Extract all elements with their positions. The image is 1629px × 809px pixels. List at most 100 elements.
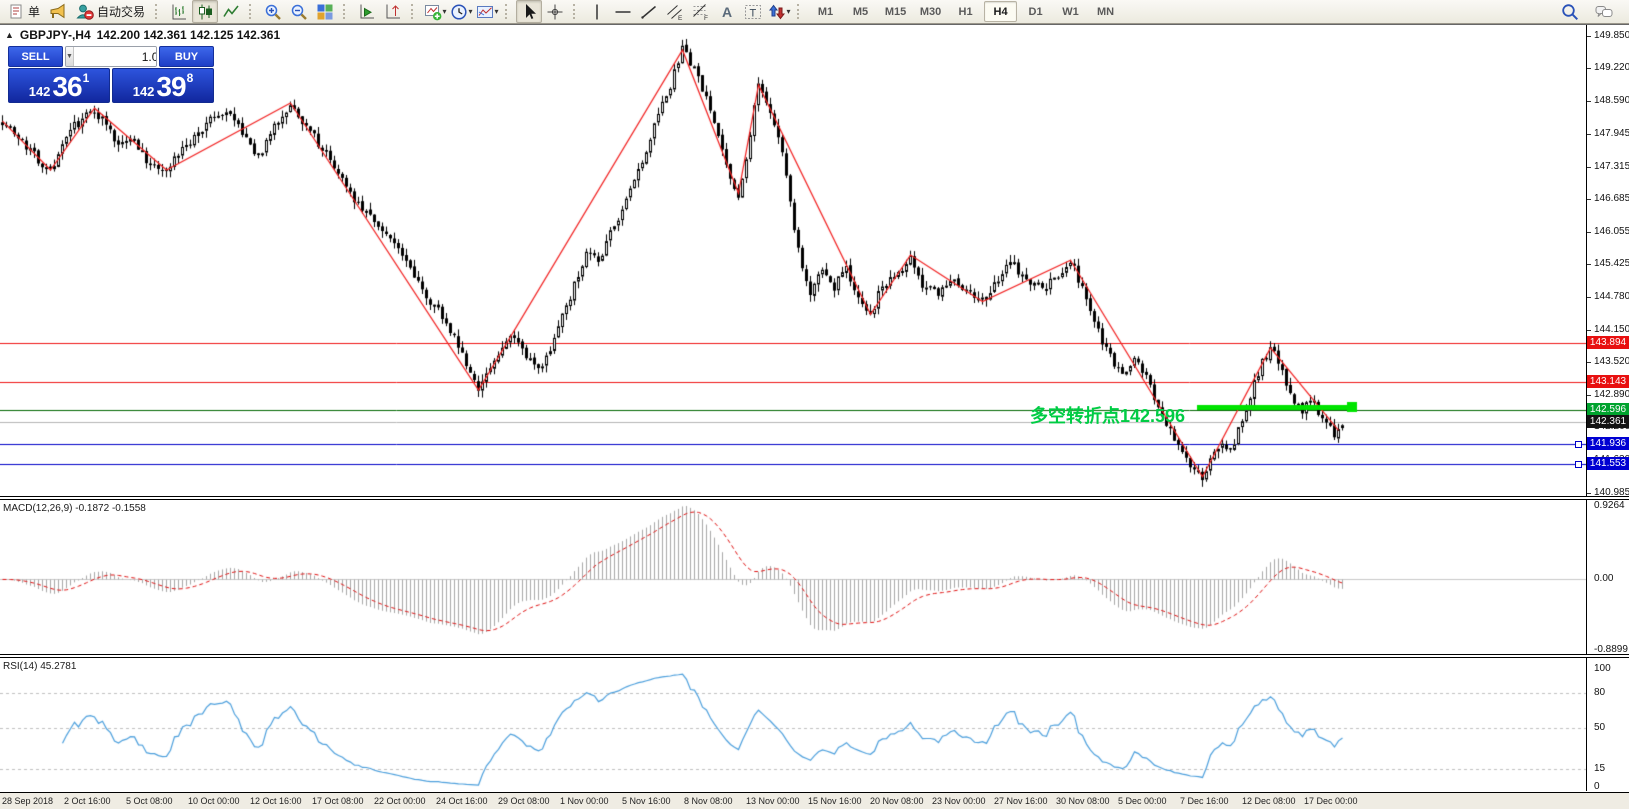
ask-quote[interactable]: 142 39 8	[112, 68, 214, 103]
pane-separator-rsi[interactable]	[0, 654, 1629, 658]
indicators-button[interactable]: ▾	[422, 0, 448, 23]
volume-input[interactable]	[73, 47, 156, 66]
cursor-icon	[520, 3, 538, 21]
chevron-down-icon[interactable]: ▾	[443, 7, 447, 16]
timeframe-m15-button[interactable]: M15	[879, 1, 912, 22]
svg-text:T: T	[750, 7, 757, 19]
time-axis-label: 5 Oct 08:00	[126, 796, 173, 806]
time-axis[interactable]: 28 Sep 2018 2 Oct 16:00 5 Oct 08:00 10 Oct …	[0, 792, 1629, 809]
time-axis-label: 27 Nov 16:00	[994, 796, 1048, 806]
ask-big: 39	[156, 71, 186, 103]
timeframe-m5-button[interactable]: M5	[844, 1, 877, 22]
timeframe-w1-button[interactable]: W1	[1054, 1, 1087, 22]
price-chart-canvas[interactable]	[0, 25, 1586, 791]
templates-button[interactable]: ▾	[474, 0, 500, 23]
hline-handle[interactable]	[1575, 460, 1582, 468]
periods-button[interactable]: ▾	[448, 0, 474, 23]
auto-scroll-button[interactable]	[354, 0, 380, 23]
fibonacci-button[interactable]: F	[688, 0, 714, 23]
bid-prefix: 142	[28, 83, 51, 99]
symbol-header: ▲ GBPJPY-,H4 142.200 142.361 142.125 142…	[5, 28, 280, 42]
macd-indicator-label: MACD(12,26,9) -0.1872 -0.1558	[3, 503, 146, 514]
text-button[interactable]: A	[714, 0, 740, 23]
crosshair-button[interactable]	[542, 0, 568, 23]
timeframe-h1-button[interactable]: H1	[949, 1, 982, 22]
cursor-button[interactable]	[516, 0, 543, 23]
volume-decrease-button[interactable]: ▼	[66, 47, 74, 66]
autoscroll-icon	[358, 3, 376, 21]
chat-button[interactable]	[1591, 0, 1617, 23]
time-axis-label: 12 Oct 16:00	[250, 796, 302, 806]
collapse-trade-panel-icon[interactable]: ▲	[5, 30, 14, 40]
symbol-title: GBPJPY-,H4	[19, 28, 91, 42]
text-label-button[interactable]: T	[740, 0, 766, 23]
shapes-icon	[768, 3, 786, 21]
chart-shift-button[interactable]	[380, 0, 406, 23]
toolbar-grip[interactable]	[797, 4, 801, 19]
price-tick-label: 146.685	[1594, 193, 1629, 205]
candles-icon	[196, 3, 214, 21]
price-badge-143.143: 143.143	[1587, 374, 1629, 388]
time-axis-label: 23 Nov 00:00	[932, 796, 986, 806]
time-axis-label: 10 Oct 00:00	[188, 796, 240, 806]
sell-button[interactable]: SELL	[8, 46, 63, 67]
timeframe-m30-button[interactable]: M30	[914, 1, 947, 22]
linechart-icon	[222, 3, 240, 21]
toolbar-grip[interactable]	[505, 4, 509, 19]
chart-window: ▲ GBPJPY-,H4 142.200 142.361 142.125 142…	[0, 24, 1629, 809]
timeframe-d1-button[interactable]: D1	[1019, 1, 1052, 22]
price-badge-141.936: 141.936	[1587, 436, 1629, 450]
timeframe-m1-button[interactable]: M1	[809, 1, 842, 22]
hline-icon	[614, 3, 632, 21]
bar-chart-button[interactable]	[166, 0, 192, 23]
price-badge-142.596: 142.596	[1587, 402, 1629, 416]
rsi-axis-label: 0	[1594, 781, 1600, 792]
timeframe-h4-button[interactable]: H4	[984, 1, 1018, 22]
bid-big: 36	[52, 71, 82, 103]
toolbar-grip[interactable]	[343, 4, 347, 19]
arrows-button[interactable]: ▾	[766, 0, 792, 23]
search-button[interactable]	[1557, 0, 1583, 23]
toolbar-grip[interactable]	[249, 4, 253, 19]
pane-separator-macd[interactable]	[0, 496, 1629, 500]
line-chart-button[interactable]	[218, 0, 244, 23]
time-axis-label: 20 Nov 08:00	[870, 796, 924, 806]
horizontal-line-button[interactable]	[610, 0, 636, 23]
tline-icon	[640, 3, 658, 21]
vertical-line-button[interactable]	[584, 0, 610, 23]
time-axis-label: 29 Oct 08:00	[498, 796, 550, 806]
price-tick-mark	[1587, 231, 1591, 233]
tile-windows-button[interactable]	[312, 0, 338, 23]
trendline-button[interactable]	[636, 0, 662, 23]
new-order-button[interactable]: 单	[2, 0, 45, 23]
toolbar-grip[interactable]	[573, 4, 577, 19]
toolbar-grip[interactable]	[155, 4, 159, 19]
chevron-down-icon[interactable]: ▾	[469, 7, 473, 16]
time-axis-label: 8 Nov 08:00	[684, 796, 733, 806]
chevron-down-icon[interactable]: ▾	[495, 7, 499, 16]
buy-button[interactable]: BUY	[159, 46, 214, 67]
bid-sup: 1	[82, 71, 90, 85]
timeframe-mn-button[interactable]: MN	[1089, 1, 1122, 22]
alert-horn-button[interactable]	[45, 0, 71, 23]
rsi-axis-label: 15	[1594, 763, 1606, 775]
price-tick-label: 148.590	[1594, 94, 1629, 106]
indicators-icon	[424, 3, 442, 21]
hline-handle[interactable]	[1575, 440, 1582, 448]
price-tick-mark	[1587, 166, 1591, 168]
crosshair-icon	[546, 3, 564, 21]
macd-axis-label: 0.00	[1594, 573, 1614, 585]
equidistant-channel-button[interactable]: E	[662, 0, 688, 23]
autotrade-icon	[76, 3, 94, 21]
chevron-down-icon[interactable]: ▾	[787, 7, 791, 16]
order-icon	[7, 3, 25, 21]
price-tick-mark	[1587, 134, 1591, 136]
zoom-out-button[interactable]	[286, 0, 312, 23]
autotrading-button[interactable]: 自动交易	[71, 0, 150, 23]
ask-sup: 8	[186, 71, 194, 85]
time-axis-label: 7 Dec 16:00	[1180, 796, 1229, 806]
toolbar-grip[interactable]	[411, 4, 415, 19]
candlestick-chart-button[interactable]	[192, 0, 219, 23]
zoom-in-button[interactable]	[260, 0, 286, 23]
bid-quote[interactable]: 142 36 1	[8, 68, 110, 103]
